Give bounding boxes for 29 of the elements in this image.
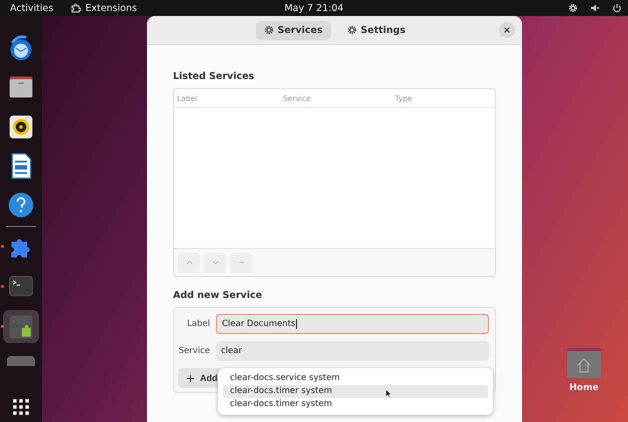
- gear-icon: [346, 25, 357, 35]
- clock[interactable]: May 7 21:04: [284, 2, 344, 14]
- chevron-down-icon: [210, 258, 220, 267]
- gear-icon[interactable]: [568, 3, 578, 13]
- suggestion-item[interactable]: clear-docs.timer system: [223, 385, 488, 398]
- chevron-up-icon: [184, 258, 194, 267]
- service-input-field[interactable]: clear: [216, 341, 489, 361]
- field-label: Service: [178, 346, 210, 356]
- suggestion-item[interactable]: clear-docs.timer system: [223, 398, 488, 411]
- close-icon: [503, 26, 511, 34]
- gear-icon: [264, 25, 274, 35]
- mouse-pointer-icon: [385, 388, 392, 399]
- home-folder-icon[interactable]: [566, 347, 602, 379]
- speaker-muted-icon[interactable]: [590, 3, 600, 13]
- puzzle-icon: [71, 3, 82, 13]
- label-input-field[interactable]: Clear Documents: [216, 314, 489, 334]
- app-icon[interactable]: [7, 356, 35, 366]
- section-title: Listed Services: [173, 71, 256, 82]
- section-title: Add new Service: [173, 290, 264, 301]
- app-menu[interactable]: Extensions: [63, 2, 145, 14]
- close-button[interactable]: [499, 22, 515, 38]
- tab[interactable]: Settings: [338, 20, 414, 40]
- desktop-icon-label[interactable]: Home: [569, 383, 599, 393]
- field-label: Label: [186, 319, 210, 329]
- activities-button[interactable]: Activities: [0, 2, 64, 14]
- power-icon[interactable]: [612, 3, 622, 13]
- plus-icon: [186, 374, 195, 382]
- tab[interactable]: Services: [256, 20, 331, 40]
- suggestion-item[interactable]: clear-docs.service system: [223, 372, 488, 385]
